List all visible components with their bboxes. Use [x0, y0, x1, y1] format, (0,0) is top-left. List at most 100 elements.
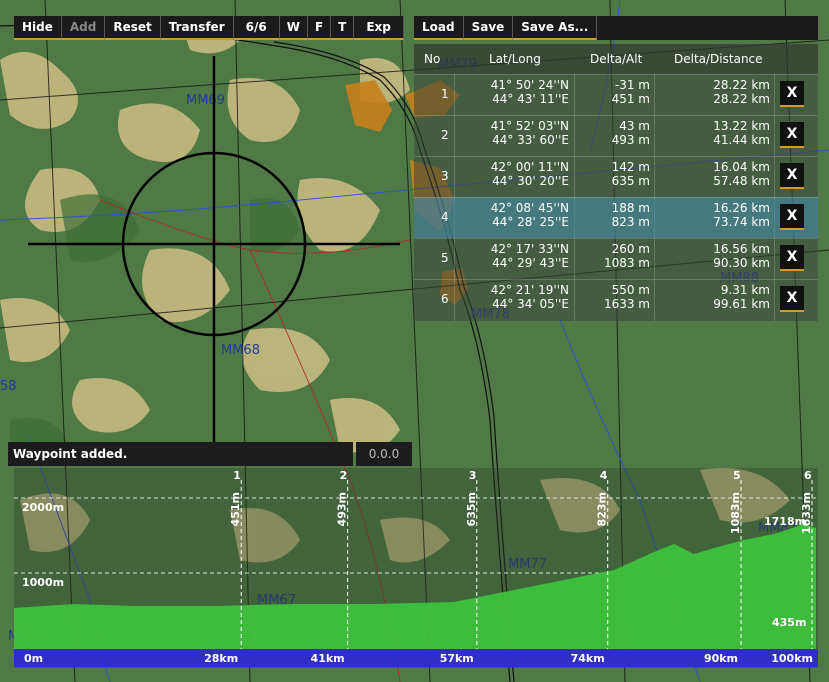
- altitude: 823 m: [611, 215, 650, 229]
- map-label-mm68: MM68: [221, 343, 260, 358]
- total-distance: 28.22 km: [713, 92, 770, 106]
- map-label-mm69: MM69: [186, 93, 225, 108]
- delta-distance: 16.26 km: [713, 201, 770, 215]
- delta-distance-cell: 16.56 km 90.30 km: [664, 242, 770, 270]
- waypoint-altitude-label: 635m: [465, 492, 478, 526]
- distance-axis-bar: [14, 649, 818, 667]
- table-row[interactable]: 4 42° 08' 45''N 44° 28' 25''E 188 m 823 m 16.…: [414, 197, 818, 238]
- header-delta-alt: Delta/Alt: [590, 52, 643, 66]
- save-button[interactable]: Save: [463, 16, 514, 40]
- save-as-button[interactable]: Save As...: [513, 16, 598, 40]
- altitude: 1633 m: [603, 297, 650, 311]
- delta-alt-cell: 188 m 823 m: [574, 201, 650, 229]
- distance-label: 100km: [771, 652, 813, 665]
- total-distance: 90.30 km: [713, 256, 770, 270]
- waypoint-marker-number: 5: [733, 469, 741, 482]
- delete-waypoint-button[interactable]: X: [780, 204, 804, 230]
- waypoint-marker-number: 3: [469, 469, 477, 482]
- total-distance: 73.74 km: [713, 215, 770, 229]
- waypoint-table: No Lat/Long Delta/Alt Delta/Distance 1 41…: [414, 44, 818, 321]
- transfer-button[interactable]: Transfer: [160, 16, 234, 40]
- waypoint-altitude-label: 1083m: [729, 492, 742, 534]
- delta-distance: 16.56 km: [713, 242, 770, 256]
- lat-long-cell: 42° 08' 45''N 44° 28' 25''E: [474, 201, 569, 229]
- elevation-profile[interactable]: 2000m1000m 1451m2493m3635m4823m51083m616…: [14, 468, 818, 668]
- add-button[interactable]: Add: [61, 16, 106, 40]
- export-button[interactable]: Exp: [354, 16, 404, 40]
- delta-altitude: 188 m: [611, 201, 650, 215]
- header-no: No: [424, 52, 441, 66]
- latitude: 42° 00' 11''N: [490, 160, 569, 174]
- table-row[interactable]: 5 42° 17' 33''N 44° 29' 43''E 260 m 1083 m 16…: [414, 238, 818, 279]
- w-button[interactable]: W: [279, 16, 308, 40]
- waypoint-count-button[interactable]: 6/6: [233, 16, 280, 40]
- longitude: 44° 29' 43''E: [492, 256, 569, 270]
- distance-label: 74km: [571, 652, 605, 665]
- reset-button[interactable]: Reset: [105, 16, 161, 40]
- header-delta-distance: Delta/Distance: [674, 52, 763, 66]
- longitude: 44° 30' 20''E: [492, 174, 569, 188]
- delta-distance-cell: 9.31 km 99.61 km: [664, 283, 770, 311]
- altitude: 1083 m: [603, 256, 650, 270]
- altitude: 635 m: [611, 174, 650, 188]
- toolbar-right: Load Save Save As...: [414, 16, 818, 40]
- longitude: 44° 28' 25''E: [492, 215, 569, 229]
- delta-distance-cell: 28.22 km 28.22 km: [664, 78, 770, 106]
- latitude: 41° 50' 24''N: [490, 78, 569, 92]
- total-distance: 41.44 km: [713, 133, 770, 147]
- delta-distance: 16.04 km: [713, 160, 770, 174]
- delete-waypoint-button[interactable]: X: [780, 81, 804, 107]
- f-button[interactable]: F: [307, 16, 332, 40]
- altitude: 451 m: [611, 92, 650, 106]
- lat-long-cell: 42° 17' 33''N 44° 29' 43''E: [474, 242, 569, 270]
- table-row[interactable]: 6 42° 21' 19''N 44° 34' 05''E 550 m 1633 m 9.…: [414, 279, 818, 320]
- elevation-label: 1000m: [22, 576, 64, 589]
- waypoint-number: 3: [441, 169, 449, 183]
- delta-alt-cell: 260 m 1083 m: [574, 242, 650, 270]
- total-distance: 57.48 km: [713, 174, 770, 188]
- waypoint-marker-number: 4: [600, 469, 608, 482]
- latitude: 42° 08' 45''N: [490, 201, 569, 215]
- delta-altitude: 550 m: [611, 283, 650, 297]
- delta-altitude: 260 m: [611, 242, 650, 256]
- distance-label: 57km: [440, 652, 474, 665]
- t-button[interactable]: T: [331, 16, 355, 40]
- table-row[interactable]: 1 41° 50' 24''N 44° 43' 11''E -31 m 451 m 28.…: [414, 74, 818, 115]
- table-row[interactable]: 2 41° 52' 03''N 44° 33' 60''E 43 m 493 m 13.2…: [414, 115, 818, 156]
- min-elevation-label: 435m: [772, 616, 806, 629]
- delete-waypoint-button[interactable]: X: [780, 245, 804, 271]
- distance-label: 41km: [311, 652, 345, 665]
- total-distance: 99.61 km: [713, 297, 770, 311]
- lat-long-cell: 42° 00' 11''N 44° 30' 20''E: [474, 160, 569, 188]
- delta-distance: 9.31 km: [720, 283, 770, 297]
- delta-alt-cell: 142 m 635 m: [574, 160, 650, 188]
- status-message: Waypoint added.: [8, 442, 353, 466]
- elevation-label: 2000m: [22, 501, 64, 514]
- delta-alt-cell: 550 m 1633 m: [574, 283, 650, 311]
- map-label-58: 58: [0, 379, 17, 394]
- delta-alt-cell: 43 m 493 m: [574, 119, 650, 147]
- waypoint-number: 5: [441, 251, 449, 265]
- waypoint-altitude-label: 451m: [229, 492, 242, 526]
- status-value: 0.0.0: [356, 442, 412, 466]
- load-button[interactable]: Load: [414, 16, 464, 40]
- latitude: 41° 52' 03''N: [490, 119, 569, 133]
- delta-alt-cell: -31 m 451 m: [574, 78, 650, 106]
- delete-waypoint-button[interactable]: X: [780, 122, 804, 148]
- latitude: 42° 21' 19''N: [490, 283, 569, 297]
- delete-waypoint-button[interactable]: X: [780, 286, 804, 312]
- distance-label: 0m: [24, 652, 43, 665]
- waypoint-altitude-label: 493m: [336, 492, 349, 526]
- delete-waypoint-button[interactable]: X: [780, 163, 804, 189]
- delta-distance-cell: 13.22 km 41.44 km: [664, 119, 770, 147]
- waypoint-number: 6: [441, 292, 449, 306]
- altitude: 493 m: [611, 133, 650, 147]
- table-header: No Lat/Long Delta/Alt Delta/Distance: [414, 44, 818, 74]
- table-row[interactable]: 3 42° 00' 11''N 44° 30' 20''E 142 m 635 m 16.…: [414, 156, 818, 197]
- lat-long-cell: 42° 21' 19''N 44° 34' 05''E: [474, 283, 569, 311]
- toolbar-left: Hide Add Reset Transfer 6/6 W F T Exp: [14, 16, 404, 40]
- hide-button[interactable]: Hide: [14, 16, 62, 40]
- waypoint-number: 2: [441, 128, 449, 142]
- waypoint-number: 1: [441, 87, 449, 101]
- distance-label: 90km: [704, 652, 738, 665]
